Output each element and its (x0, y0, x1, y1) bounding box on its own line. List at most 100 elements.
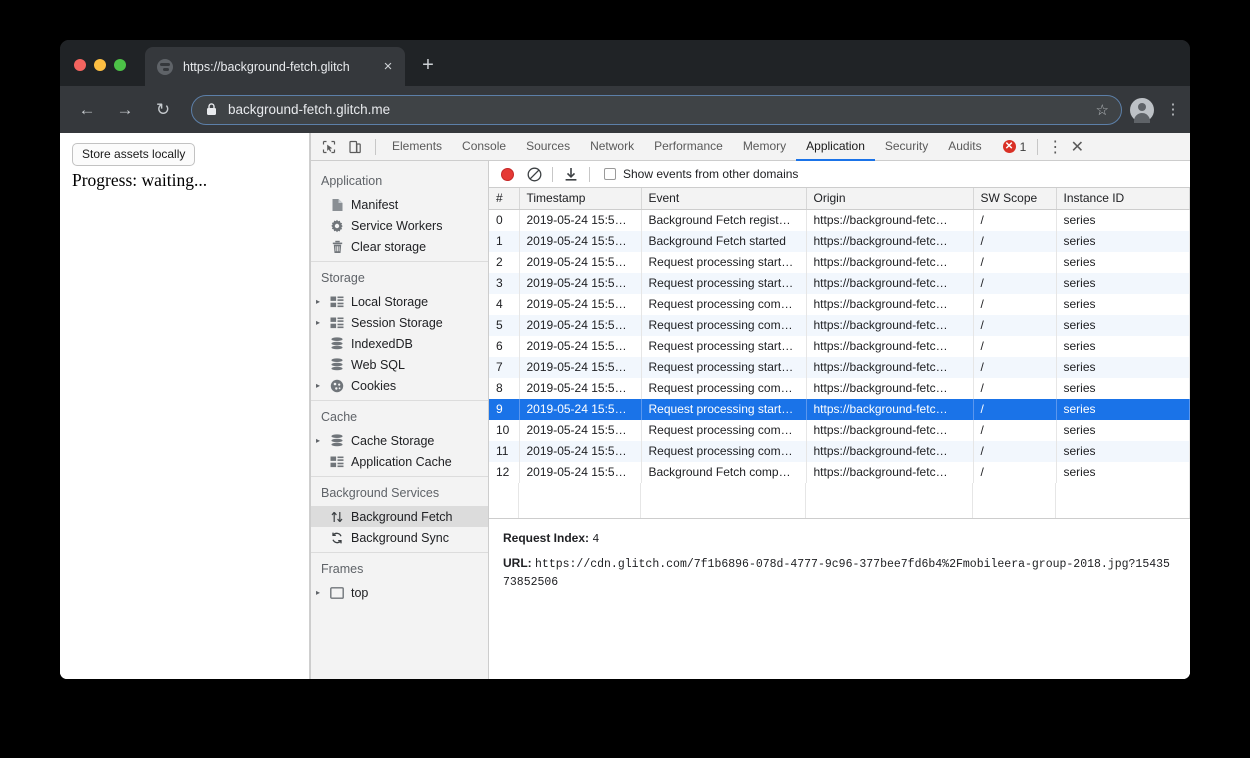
record-button[interactable] (501, 167, 514, 181)
sidebar-item-session-storage[interactable]: ▸ Session Storage (311, 312, 488, 333)
sidebar-group-cache: Cache ▸ Cache Storage ▸ (311, 400, 488, 472)
chevron-right-icon[interactable]: ▸ (316, 381, 328, 390)
screenshot-root: https://background-fetch.glitch × + ← → … (0, 0, 1250, 758)
tab-audits[interactable]: Audits (938, 133, 991, 161)
store-assets-locally-button[interactable]: Store assets locally (72, 143, 196, 166)
reload-icon[interactable]: ↻ (149, 96, 177, 124)
table-row[interactable]: 7 2019-05-24 15:5… Request processing star… (489, 356, 1190, 378)
tab-sources[interactable]: Sources (516, 133, 580, 161)
inspect-element-icon[interactable] (317, 136, 341, 158)
sidebar-item-background-sync[interactable]: ▸ Background Sync (311, 527, 488, 548)
show-events-checkbox[interactable]: Show events from other domains (604, 167, 798, 181)
tab-console[interactable]: Console (452, 133, 516, 161)
table-icon (329, 315, 345, 331)
error-icon: ✕ (1002, 140, 1016, 153)
table-row[interactable]: 11 2019-05-24 15:5… Request processing com… (489, 440, 1190, 462)
chevron-right-icon[interactable]: ▸ (316, 436, 328, 445)
error-count-badge[interactable]: ✕ 1 (998, 140, 1032, 154)
column-header-origin[interactable]: Origin (806, 188, 974, 210)
sidebar-item-web-sql[interactable]: ▸ Web SQL (311, 354, 488, 375)
device-toolbar-icon[interactable] (343, 136, 367, 158)
sidebar-item-indexeddb[interactable]: ▸ IndexedDB (311, 333, 488, 354)
cell-event: Request processing start… (641, 272, 807, 294)
sidebar-item-label: Local Storage (351, 294, 429, 309)
table-row[interactable]: 0 2019-05-24 15:5… Background Fetch regist… (489, 209, 1190, 231)
cell-origin: https://background-fetc… (806, 209, 974, 231)
tab-performance[interactable]: Performance (644, 133, 733, 161)
tab-security[interactable]: Security (875, 133, 938, 161)
chevron-right-icon[interactable]: ▸ (316, 588, 328, 597)
devtools-more-icon[interactable]: ⋮ (1044, 135, 1066, 159)
column-header-event[interactable]: Event (641, 188, 807, 210)
tab-memory[interactable]: Memory (733, 133, 796, 161)
column-header-index[interactable]: # (489, 188, 520, 210)
sidebar-item-cookies[interactable]: ▸ Cookies (311, 375, 488, 396)
back-icon[interactable]: ← (73, 96, 101, 124)
table-row[interactable]: 10 2019-05-24 15:5… Request processing com… (489, 419, 1190, 441)
table-row[interactable]: 4 2019-05-24 15:5… Request processing com…… (489, 293, 1190, 315)
column-header-sw-scope[interactable]: SW Scope (973, 188, 1057, 210)
column-header-instance-id[interactable]: Instance ID (1056, 188, 1190, 210)
table-row[interactable]: 2 2019-05-24 15:5… Request processing star… (489, 251, 1190, 273)
cell-sw-scope: / (973, 230, 1057, 252)
url-line: URL: https://cdn.glitch.com/7f1b6896-078… (503, 555, 1176, 591)
cell-instance-id: series (1056, 461, 1190, 483)
tab-elements[interactable]: Elements (382, 133, 452, 161)
window-maximize-button[interactable] (114, 59, 126, 71)
clear-button[interactable] (523, 164, 545, 184)
column-header-timestamp[interactable]: Timestamp (519, 188, 642, 210)
cell-event: Request processing start… (641, 251, 807, 273)
table-row[interactable]: 8 2019-05-24 15:5… Request processing com…… (489, 377, 1190, 399)
sidebar-item-cache-storage[interactable]: ▸ Cache Storage (311, 430, 488, 451)
cell-origin: https://background-fetc… (806, 314, 974, 336)
export-button[interactable] (560, 164, 582, 184)
table-row[interactable]: 9 2019-05-24 15:5… Request processing star… (489, 398, 1190, 420)
url-label: URL: (503, 555, 532, 570)
window-minimize-button[interactable] (94, 59, 106, 71)
sidebar-item-service-workers[interactable]: ▸ Service Workers (311, 215, 488, 236)
cell-origin: https://background-fetc… (806, 335, 974, 357)
cell-timestamp: 2019-05-24 15:5… (519, 272, 642, 294)
star-icon[interactable]: ☆ (1096, 101, 1109, 119)
table-row[interactable]: 3 2019-05-24 15:5… Request processing star… (489, 272, 1190, 294)
table-row[interactable]: 12 2019-05-24 15:5… Background Fetch comp…… (489, 461, 1190, 483)
tab-network[interactable]: Network (580, 133, 644, 161)
chevron-right-icon[interactable]: ▸ (316, 297, 328, 306)
sidebar-item-label: Clear storage (351, 239, 427, 254)
new-tab-button[interactable]: + (416, 54, 440, 78)
address-bar[interactable]: background-fetch.glitch.me ☆ (191, 94, 1122, 125)
tab-application[interactable]: Application (796, 133, 875, 161)
sidebar-item-background-fetch[interactable]: ▸ Background Fetch (311, 506, 488, 527)
sidebar-item-top-frame[interactable]: ▸ top (311, 582, 488, 603)
cell-event: Background Fetch started (641, 230, 807, 252)
sidebar-item-local-storage[interactable]: ▸ Local Storage (311, 291, 488, 312)
cell-timestamp: 2019-05-24 15:5… (519, 314, 642, 336)
table-header-row: # Timestamp Event Origin SW Scope Instan… (489, 188, 1190, 210)
cell-origin: https://background-fetc… (806, 440, 974, 462)
sidebar-item-label: Manifest (351, 197, 399, 212)
cell-origin: https://background-fetc… (806, 398, 974, 420)
sidebar-item-label: top (351, 585, 369, 600)
cell-index: 1 (489, 230, 520, 252)
sidebar-group-title: Storage (321, 271, 365, 285)
chevron-right-icon[interactable]: ▸ (316, 318, 328, 327)
sidebar-item-application-cache[interactable]: ▸ Application Cache (311, 451, 488, 472)
close-icon[interactable]: × (379, 58, 397, 76)
table-row[interactable]: 1 2019-05-24 15:5… Background Fetch starte… (489, 230, 1190, 252)
browser-tab[interactable]: https://background-fetch.glitch × (145, 47, 405, 86)
sidebar-group-storage: Storage ▸ Local Storage ▸ Session Storag… (311, 261, 488, 396)
cell-instance-id: series (1056, 377, 1190, 399)
window-close-button[interactable] (74, 59, 86, 71)
database-icon (329, 433, 345, 449)
browser-menu-icon[interactable]: ⋮ (1160, 102, 1186, 117)
show-events-label: Show events from other domains (623, 167, 799, 181)
table-row[interactable]: 5 2019-05-24 15:5… Request processing com…… (489, 314, 1190, 336)
sidebar-item-clear-storage[interactable]: ▸ Clear storage (311, 236, 488, 257)
table-row[interactable]: 6 2019-05-24 15:5… Request processing star… (489, 335, 1190, 357)
lock-icon (206, 103, 217, 116)
checkbox-box[interactable] (604, 168, 616, 180)
sidebar-item-manifest[interactable]: ▸ Manifest (311, 194, 488, 215)
avatar[interactable] (1130, 97, 1154, 123)
devtools-close-icon[interactable]: ✕ (1066, 135, 1088, 159)
forward-icon[interactable]: → (111, 96, 139, 124)
